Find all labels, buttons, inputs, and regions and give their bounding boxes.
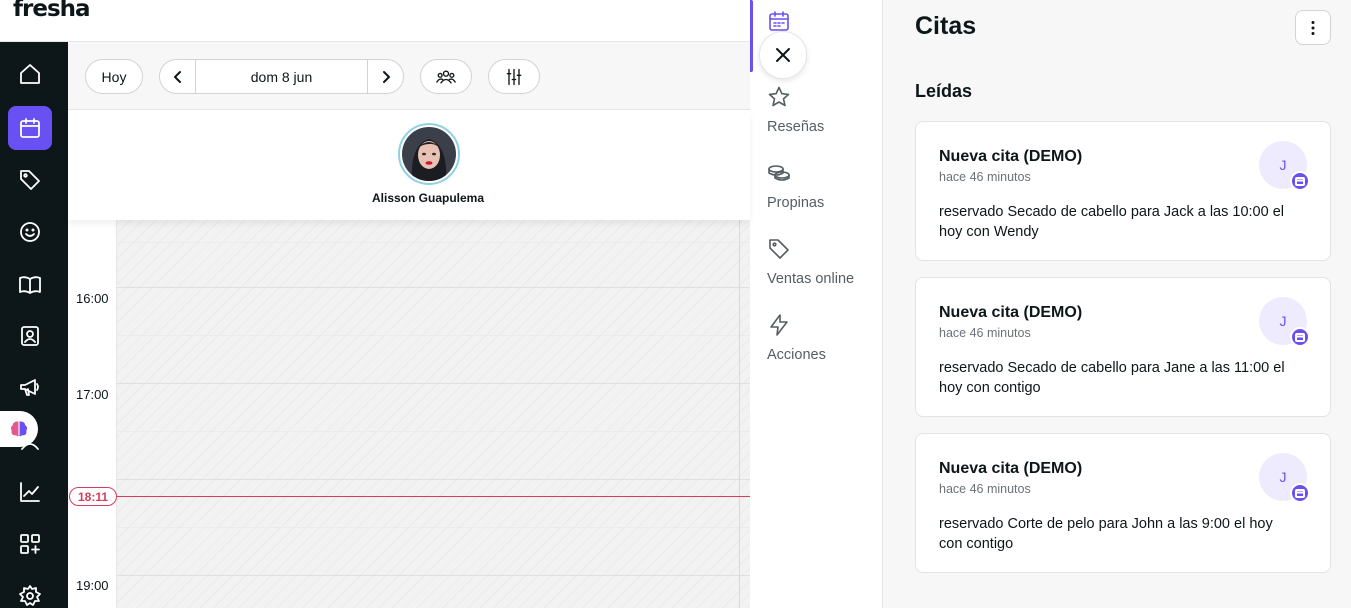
time-label: 16:00 bbox=[76, 291, 109, 306]
date-picker[interactable]: dom 8 jun bbox=[195, 60, 368, 93]
staff-header: Alisson Guapulema bbox=[68, 111, 750, 220]
close-button[interactable] bbox=[759, 31, 807, 79]
main-sidebar bbox=[0, 42, 68, 608]
staff-column[interactable] bbox=[116, 220, 750, 608]
card-body: reservado Corte de pelo para John a las … bbox=[939, 516, 1273, 552]
time-label: 19:00 bbox=[76, 578, 109, 593]
notification-categories: Citas Reseñas Propinas Ventas online Acc… bbox=[750, 0, 883, 608]
grid-line bbox=[116, 527, 750, 528]
home-icon[interactable] bbox=[8, 52, 52, 96]
category-acciones[interactable]: Acciones bbox=[767, 313, 877, 363]
grid-line bbox=[116, 335, 750, 336]
notification-card[interactable]: Nueva cita (DEMO) hace 46 minutos reserv… bbox=[915, 121, 1331, 261]
coins-icon bbox=[768, 165, 790, 181]
megaphone-icon[interactable] bbox=[8, 365, 52, 409]
settings-icon[interactable] bbox=[8, 574, 52, 608]
column-divider bbox=[739, 220, 740, 608]
chevron-left-icon bbox=[173, 70, 181, 83]
grid-line bbox=[116, 383, 750, 384]
calendar-icon bbox=[769, 11, 789, 31]
card-time: hace 46 minutos bbox=[939, 482, 1031, 496]
grid-line bbox=[116, 575, 750, 576]
add-apps-icon[interactable] bbox=[8, 522, 52, 566]
close-icon bbox=[776, 48, 790, 62]
more-vertical-icon bbox=[1311, 20, 1315, 35]
category-label: Propinas bbox=[767, 195, 825, 211]
grid-line bbox=[116, 242, 750, 243]
today-button[interactable]: Hoy bbox=[85, 59, 143, 94]
book-icon[interactable] bbox=[8, 263, 52, 307]
next-day-button[interactable] bbox=[368, 60, 403, 93]
calendar-icon[interactable] bbox=[8, 106, 52, 150]
staff-name: Alisson Guapulema bbox=[371, 191, 485, 205]
calendar-badge-icon bbox=[1290, 171, 1310, 191]
card-body: reservado Secado de cabello para Jack a … bbox=[939, 204, 1284, 240]
card-time: hace 46 minutos bbox=[939, 326, 1031, 340]
date-navigator: dom 8 jun bbox=[159, 59, 404, 94]
more-options-button[interactable] bbox=[1295, 10, 1331, 45]
grid-line bbox=[116, 431, 750, 432]
card-title: Nueva cita (DEMO) bbox=[939, 460, 1083, 477]
team-filter-button[interactable] bbox=[420, 59, 472, 94]
sliders-icon bbox=[506, 68, 522, 85]
current-time-line bbox=[108, 496, 750, 497]
prev-day-button[interactable] bbox=[160, 60, 195, 93]
category-resenas[interactable]: Reseñas bbox=[767, 85, 877, 135]
tag-icon bbox=[769, 239, 789, 259]
time-label: 17:00 bbox=[76, 387, 109, 402]
calendar-settings-button[interactable] bbox=[488, 59, 540, 94]
tag-icon[interactable] bbox=[8, 158, 52, 202]
category-label: Reseñas bbox=[767, 119, 825, 135]
people-icon bbox=[436, 70, 456, 83]
card-body: reservado Secado de cabello para Jane a … bbox=[939, 360, 1285, 396]
grid-line bbox=[116, 479, 750, 480]
notifications-panel: Citas Leídas Nueva cita (DEMO) hace 46 m… bbox=[883, 0, 1351, 608]
calendar-toolbar: Hoy dom 8 jun bbox=[68, 42, 750, 110]
calendar-badge-icon bbox=[1290, 327, 1310, 347]
card-title: Nueva cita (DEMO) bbox=[939, 148, 1083, 165]
category-ventas-online[interactable]: Ventas online bbox=[767, 237, 877, 287]
notification-card[interactable]: Nueva cita (DEMO) hace 46 minutos reserv… bbox=[915, 433, 1331, 573]
chart-icon[interactable] bbox=[8, 470, 52, 514]
panel-title: Citas bbox=[915, 12, 977, 40]
smile-icon[interactable] bbox=[8, 210, 52, 254]
active-category-indicator bbox=[750, 0, 753, 72]
category-label: Acciones bbox=[767, 347, 826, 363]
contact-card-icon[interactable] bbox=[8, 314, 52, 358]
top-bar: fresha bbox=[0, 0, 750, 42]
card-title: Nueva cita (DEMO) bbox=[939, 304, 1083, 321]
grid-line bbox=[116, 287, 750, 288]
category-label: Ventas online bbox=[767, 271, 855, 287]
calendar-view: Hoy dom 8 jun Alisson Guapulema 16:00 17… bbox=[68, 31, 807, 608]
calendar-grid[interactable]: 16:00 17:00 19:00 18:11 bbox=[68, 220, 750, 608]
section-title: Leídas bbox=[915, 81, 973, 101]
current-time-badge: 18:11 bbox=[69, 487, 117, 506]
notification-card[interactable]: Nueva cita (DEMO) hace 46 minutos reserv… bbox=[915, 277, 1331, 417]
card-time: hace 46 minutos bbox=[939, 170, 1031, 184]
category-propinas[interactable]: Propinas bbox=[767, 161, 877, 211]
fresha-logo[interactable]: fresha bbox=[13, 0, 91, 22]
ai-assistant-icon[interactable] bbox=[0, 411, 38, 447]
calendar-badge-icon bbox=[1290, 483, 1310, 503]
staff-avatar[interactable] bbox=[398, 123, 460, 185]
chevron-right-icon bbox=[382, 70, 390, 83]
lightning-icon bbox=[770, 314, 788, 336]
star-icon bbox=[768, 86, 790, 107]
